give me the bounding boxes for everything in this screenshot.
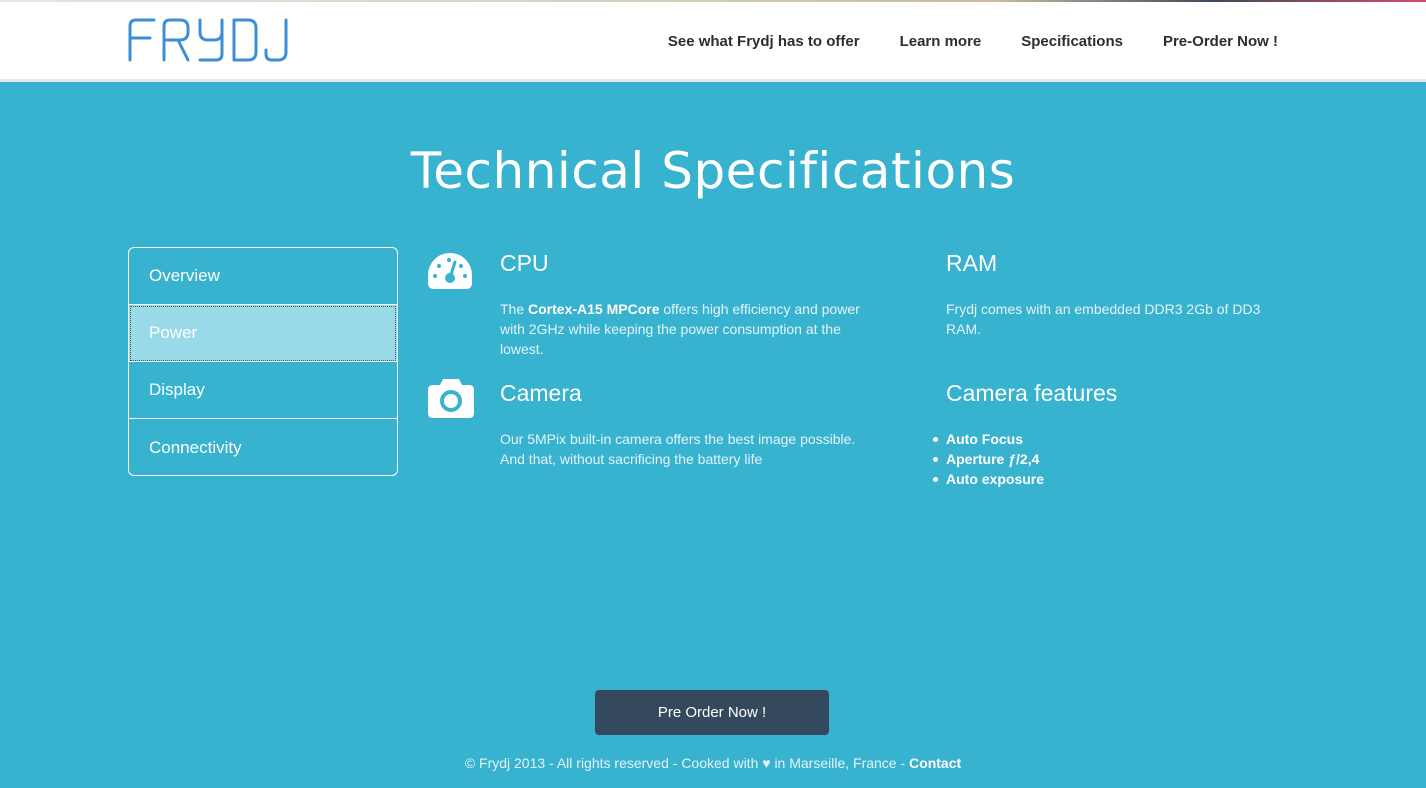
nav-learn-more[interactable]: Learn more <box>900 33 982 50</box>
site-header: See what Frydj has to offer Learn more S… <box>0 2 1426 82</box>
footer-contact-link[interactable]: Contact <box>909 755 961 771</box>
list-item: Auto exposure <box>933 469 1286 489</box>
nav-pre-order[interactable]: Pre-Order Now ! <box>1163 33 1278 50</box>
spec-cpu-title: CPU <box>500 250 549 276</box>
speedometer-icon <box>428 253 472 289</box>
spec-ram-title: RAM <box>946 250 998 276</box>
spec-ram: RAM Frydj comes with an embedded DDR3 2G… <box>946 250 1286 339</box>
spec-ram-text: Frydj comes with an embedded DDR3 2Gb of… <box>946 301 1261 337</box>
pre-order-button[interactable]: Pre Order Now ! <box>595 690 829 735</box>
tab-display[interactable]: Display <box>129 362 397 419</box>
page-title: Technical Specifications <box>410 142 1016 200</box>
spec-cpu: CPU The Cortex-A15 MPCore offers high ef… <box>500 250 860 359</box>
nav-offer[interactable]: See what Frydj has to offer <box>668 33 860 50</box>
list-item: Auto Focus <box>933 429 1286 449</box>
footer: © Frydj 2013 - All rights reserved - Coo… <box>0 755 1426 771</box>
spec-tabs: Overview Power Display Connectivity <box>128 247 398 476</box>
spec-camera-title: Camera <box>500 380 582 406</box>
logo-wordmark-icon <box>128 18 288 62</box>
nav-specifications[interactable]: Specifications <box>1021 33 1123 50</box>
list-item: Aperture ƒ/2,4 <box>933 449 1286 469</box>
spec-cpu-text: The Cortex-A15 MPCore offers high effici… <box>500 301 860 357</box>
tab-overview[interactable]: Overview <box>129 248 397 305</box>
spec-camera: Camera Our 5MPix built-in camera offers … <box>500 380 860 469</box>
tab-connectivity[interactable]: Connectivity <box>129 419 397 475</box>
camera-features-list: Auto Focus Aperture ƒ/2,4 Auto exposure <box>933 429 1286 489</box>
spec-camera-features-title: Camera features <box>946 380 1118 406</box>
footer-copyright: © Frydj 2013 - All rights reserved - Coo… <box>464 755 910 771</box>
spec-camera-text: Our 5MPix built-in camera offers the bes… <box>500 431 856 467</box>
main-nav: See what Frydj has to offer Learn more S… <box>668 2 1278 80</box>
tab-power[interactable]: Power <box>129 305 397 362</box>
spec-camera-features: Camera features Auto Focus Aperture ƒ/2,… <box>933 380 1286 489</box>
camera-icon <box>428 379 474 418</box>
